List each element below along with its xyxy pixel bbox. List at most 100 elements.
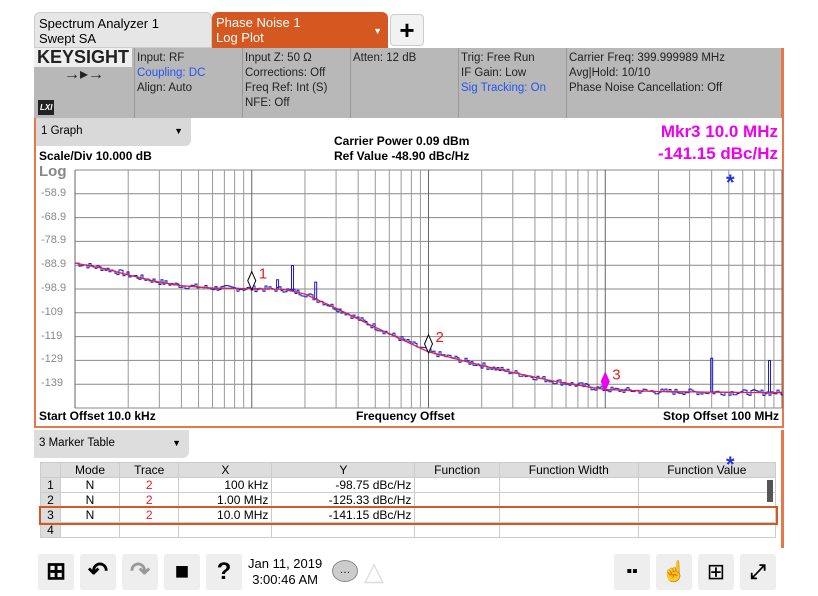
table-row[interactable]: 3 N 2 10.0 MHz -141.15 dBc/Hz: [38, 505, 778, 525]
input-z-settings[interactable]: Input Z: 50 Ω Corrections: Off Freq Ref:…: [242, 48, 352, 118]
input-settings[interactable]: Input: RF Coupling: DC Align: Auto: [134, 48, 244, 118]
table-cell: [498, 522, 639, 538]
layout-button[interactable]: ▪▪: [614, 554, 650, 590]
table-cell: [498, 507, 639, 523]
touch-hand-icon: ☝: [661, 561, 687, 583]
table-row[interactable]: 2 N 2 1.00 MHz -125.33 dBc/Hz: [40, 492, 777, 508]
table-cell: 3: [40, 507, 61, 523]
table-cell: 1: [40, 477, 61, 493]
file-button[interactable]: ■: [164, 554, 200, 590]
avg-hold-label: Avg|Hold: 10/10: [569, 67, 651, 79]
table-cell: [637, 492, 777, 508]
sig-tracking-label: Sig Tracking: On: [461, 82, 547, 94]
clock: Jan 11, 2019 3:00:46 AM: [248, 556, 322, 588]
table-cell: 1.00 MHz: [178, 492, 273, 508]
fullscreen-icon: ⤢: [750, 561, 766, 583]
stop-offset: Stop Offset 100 MHz: [662, 409, 779, 423]
if-gain-label: IF Gain: Low: [461, 67, 527, 79]
table-cell: [119, 522, 180, 538]
column-header: Function Value: [637, 462, 777, 478]
taskbar: ⊞ ↶ ↷ ■ ? Jan 11, 2019 3:00:46 AM … △ ▪▪…: [34, 548, 784, 596]
nfe-label: NFE: Off: [245, 97, 290, 109]
tab-title: Phase Noise 1: [216, 15, 301, 30]
tab-phase-noise[interactable]: Phase Noise 1 Log Plot ▼: [212, 12, 388, 48]
marker-3-label: 3: [612, 367, 620, 384]
layout-icon: ▪▪: [626, 563, 638, 580]
touch-button[interactable]: ☝: [656, 554, 692, 590]
carrier-freq-label: Carrier Freq: 399.999989 MHz: [569, 52, 725, 64]
input-z-label: Input Z: 50 Ω: [245, 52, 312, 64]
column-header: [40, 462, 61, 478]
tab-title: Spectrum Analyzer 1: [39, 16, 159, 31]
asterisk-icon: *: [726, 452, 735, 477]
table-cell: N: [59, 507, 121, 523]
warning-icon[interactable]: △: [364, 556, 384, 587]
tab-spectrum-analyzer[interactable]: Spectrum Analyzer 1 Swept SA: [34, 12, 212, 48]
redo-icon: ↷: [129, 558, 151, 585]
x-axis-label: Frequency Offset: [356, 409, 455, 423]
trigger-settings[interactable]: Trig: Free Run IF Gain: Low Sig Tracking…: [458, 48, 566, 118]
table-cell: [498, 492, 639, 508]
scrollbar[interactable]: [767, 480, 773, 502]
undo-button[interactable]: ↶: [80, 554, 116, 590]
table-cell: 2: [119, 492, 180, 508]
undo-icon: ↶: [87, 558, 109, 585]
carrier-settings[interactable]: Carrier Freq: 399.999989 MHz Avg|Hold: 1…: [566, 48, 781, 118]
table-cell: [59, 522, 121, 538]
column-header: Trace: [119, 462, 180, 478]
dropdown-arrow-icon: ▼: [373, 26, 382, 36]
graph-panel: 1 Graph ▼ Scale/Div 10.000 dB Log Carrier…: [34, 118, 784, 428]
redo-button[interactable]: ↷: [122, 554, 158, 590]
phase-noise-plot[interactable]: 1 2 3 *: [36, 118, 784, 428]
marker-table: Mode Trace X Y Function Function Width Functio…: [38, 462, 778, 538]
table-cell: [414, 507, 500, 523]
help-button[interactable]: ?: [206, 554, 242, 590]
lxi-logo: LXI: [38, 100, 55, 115]
windows-button[interactable]: ⊞: [38, 554, 74, 590]
table-cell: [637, 507, 777, 523]
table-cell: 2: [119, 477, 180, 493]
date: Jan 11, 2019: [248, 556, 323, 571]
marker-table-selector-label: 3 Marker Table: [39, 437, 115, 449]
spur: [314, 281, 318, 299]
table-row[interactable]: 4: [40, 522, 777, 538]
table-row[interactable]: 1 N 2 100 kHz -98.75 dBc/Hz: [40, 477, 777, 493]
marker-table-selector[interactable]: 3 Marker Table ▼: [34, 430, 189, 458]
table-cell: [637, 477, 777, 493]
freq-ref-label: Freq Ref: Int (S): [245, 82, 328, 94]
tab-subtitle: Swept SA: [39, 31, 97, 46]
coupling-label: Coupling: DC: [137, 67, 206, 79]
align-label: Align: Auto: [137, 82, 192, 94]
table-cell: [637, 522, 777, 538]
spur: [290, 264, 294, 292]
start-offset: Start Offset 10.0 kHz: [39, 409, 156, 423]
atten-label: Atten: 12 dB: [353, 52, 417, 64]
table-cell: -141.15 dBc/Hz: [271, 507, 416, 523]
time: 3:00:46 AM: [252, 572, 318, 587]
marker-3-icon: [600, 371, 610, 392]
fullscreen-button[interactable]: ⤢: [740, 554, 776, 590]
table-cell: 2: [119, 507, 180, 523]
table-cell: [178, 522, 273, 538]
input-label: Input: RF: [137, 52, 185, 64]
keysight-logo: KEYSIGHT: [34, 48, 132, 67]
multi-window-button[interactable]: ⊞: [698, 554, 734, 590]
marker-1-label: 1: [259, 266, 267, 283]
table-cell: [271, 522, 416, 538]
table-cell: [498, 477, 639, 493]
atten-settings[interactable]: Atten: 12 dB: [350, 48, 460, 118]
table-cell: -98.75 dBc/Hz: [271, 477, 416, 493]
pn-cancellation-label: Phase Noise Cancellation: Off: [569, 82, 723, 94]
asterisk-icon: *: [726, 170, 735, 195]
column-header: Mode: [59, 462, 121, 478]
rf-input-icon: →▸→: [63, 66, 105, 83]
table-cell: N: [59, 492, 121, 508]
windows-icon: ⊞: [45, 558, 67, 585]
column-header: Function: [414, 462, 500, 478]
message-icon[interactable]: …: [332, 560, 358, 582]
marker-2-label: 2: [436, 329, 444, 346]
add-tab-button[interactable]: +: [390, 14, 424, 46]
column-header: X: [178, 462, 273, 478]
spur: [768, 360, 772, 393]
settings-bar: KEYSIGHT →▸→ LXI Input: RF Coupling: DC …: [34, 48, 784, 118]
